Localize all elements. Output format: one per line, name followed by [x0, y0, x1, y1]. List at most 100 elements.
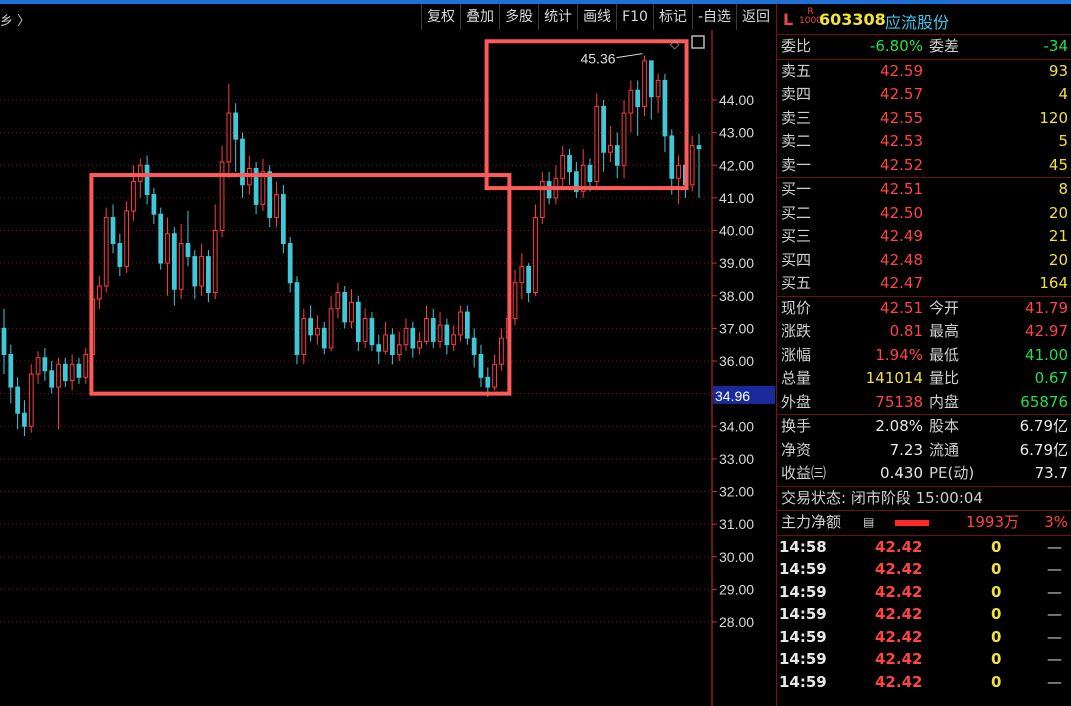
stat-row: 涨幅 1.94% 最低 41.00: [777, 344, 1071, 368]
order-row[interactable]: 买二 42.50 20: [777, 202, 1071, 226]
candle-body: [8, 353, 14, 388]
candle-body: [274, 194, 279, 218]
candle-body: [478, 353, 484, 378]
order-price: 42.59: [880, 61, 923, 80]
toolbar-button[interactable]: 标记: [652, 4, 692, 30]
candle-body: [628, 89, 634, 114]
y-tick-label: 38.00: [719, 288, 754, 304]
order-row[interactable]: 买五 42.47 164: [777, 272, 1071, 296]
order-row[interactable]: 卖四 42.57 4: [777, 83, 1071, 107]
fund-value: 73.7: [1034, 464, 1068, 482]
candle-body: [587, 164, 593, 183]
candle-body: [117, 243, 123, 267]
kline-chart[interactable]: 44.00 43.00 42.00 41.00 40.00 39.00 38.00 37.00…: [0, 30, 776, 706]
order-row[interactable]: 卖五 42.59 93: [777, 60, 1071, 84]
order-row[interactable]: 买四 42.48 20: [777, 249, 1071, 273]
order-volume: 164: [1039, 274, 1068, 292]
order-price: 42.47: [880, 274, 923, 292]
candle-body: [430, 318, 436, 342]
candle-body: [22, 412, 27, 427]
candle-body: [206, 256, 211, 293]
candle-body: [131, 181, 136, 212]
tick-row: 14:59 42.42 0 —: [777, 648, 1071, 671]
order-price: 42.52: [880, 155, 923, 174]
candle-body: [15, 386, 21, 414]
order-row[interactable]: 卖二 42.53 5: [777, 130, 1071, 154]
stat-value: 0.67: [1034, 369, 1068, 387]
candle-body: [614, 145, 620, 166]
toolbar-button[interactable]: 返回: [736, 4, 775, 30]
fund-label: 收益㈢: [781, 464, 827, 482]
candle-body: [526, 265, 532, 293]
toolbar-button[interactable]: 复权: [421, 4, 460, 30]
order-row[interactable]: 买一 42.51 8: [777, 178, 1071, 202]
tick-row: 14:59 42.42 0 —: [777, 626, 1071, 649]
toolbar-button[interactable]: 叠加: [460, 4, 499, 30]
candle-body: [648, 60, 654, 98]
tick-price: 42.42: [875, 560, 923, 578]
candle-body: [471, 337, 477, 355]
candle-body: [226, 112, 232, 163]
tick-time: 14:59: [779, 560, 827, 578]
tick-volume: 0: [991, 560, 1002, 578]
candle-body: [62, 363, 68, 382]
order-volume: 20: [1048, 203, 1068, 222]
order-row[interactable]: 买三 42.49 21: [777, 225, 1071, 249]
stock-header: L R 1000 603308 应流股份: [777, 4, 1071, 35]
toolbar-button[interactable]: -自选: [691, 4, 736, 30]
candle-body: [689, 145, 695, 186]
order-price: 42.57: [880, 85, 923, 103]
tick-list[interactable]: 14:58 42.42 0—14:59 42.42 0—14:59 42.42 0—14:5…: [777, 536, 1071, 694]
toolbar-button[interactable]: 统计: [538, 4, 577, 30]
tick-price: 42.42: [875, 627, 923, 646]
candle-body: [328, 308, 334, 349]
tick-time: 14:59: [779, 650, 827, 668]
list-icon[interactable]: ▤: [863, 511, 874, 535]
candle-body: [362, 318, 368, 342]
weibi-row: 委比 -6.80% 委差 -34: [777, 35, 1071, 60]
candle-body: [655, 79, 661, 98]
candle-body: [110, 216, 116, 245]
quote-panel: L R 1000 603308 应流股份 委比 -6.80% 委差 -34 卖五 4…: [776, 4, 1071, 706]
stat-label: 最高: [929, 322, 960, 340]
order-row[interactable]: 卖一 42.52 45: [777, 154, 1071, 178]
stat-row: 总量 141014 量比 0.67: [777, 367, 1071, 391]
order-level-label: 卖二: [781, 132, 812, 150]
stock-name[interactable]: 应流股份: [885, 9, 949, 33]
tick-direction: —: [1047, 560, 1062, 578]
candle-body: [519, 265, 525, 284]
order-volume: 21: [1048, 227, 1068, 245]
candle-body: [103, 216, 109, 287]
candle-body: [219, 161, 225, 231]
window-icon: [691, 35, 705, 49]
candle-body: [594, 106, 600, 183]
toolbar-button[interactable]: 画线: [577, 4, 616, 30]
order-volume: 8: [1058, 180, 1068, 198]
order-price: 42.55: [880, 108, 923, 127]
candle-body: [165, 233, 170, 264]
order-price: 42.51: [880, 180, 923, 198]
candle-body: [464, 311, 470, 339]
order-level-label: 卖五: [781, 61, 812, 80]
tick-time: 14:59: [779, 672, 827, 691]
stat-row: 外盘 75138 内盘 65876: [777, 391, 1071, 415]
stat-label: 内盘: [929, 392, 960, 411]
y-tick-label: 41.00: [719, 190, 754, 206]
y-tick-label: 36.00: [719, 353, 754, 369]
candle-body: [437, 324, 443, 342]
fund-row: 换手 2.08% 股本 6.79亿: [777, 415, 1071, 439]
candle-body: [444, 324, 450, 346]
fund-value: 2.08%: [875, 417, 923, 435]
toolbar-button[interactable]: F10: [616, 4, 653, 30]
candle-body: [567, 154, 572, 173]
candle-body: [512, 282, 518, 320]
candle-body: [171, 233, 177, 290]
fundamentals: 换手 2.08% 股本 6.79亿 净资 7.23 流通 6.79亿 收益㈢ 0.430 PE(动)…: [777, 415, 1071, 487]
tick-price: 42.42: [875, 650, 923, 668]
candle-body: [56, 363, 61, 388]
toolbar-button[interactable]: 多股: [499, 4, 538, 30]
candle-body: [696, 145, 702, 150]
stock-code[interactable]: 603308: [819, 10, 886, 29]
order-row[interactable]: 卖三 42.55 120: [777, 107, 1071, 131]
fund-label: 流通: [929, 440, 960, 459]
